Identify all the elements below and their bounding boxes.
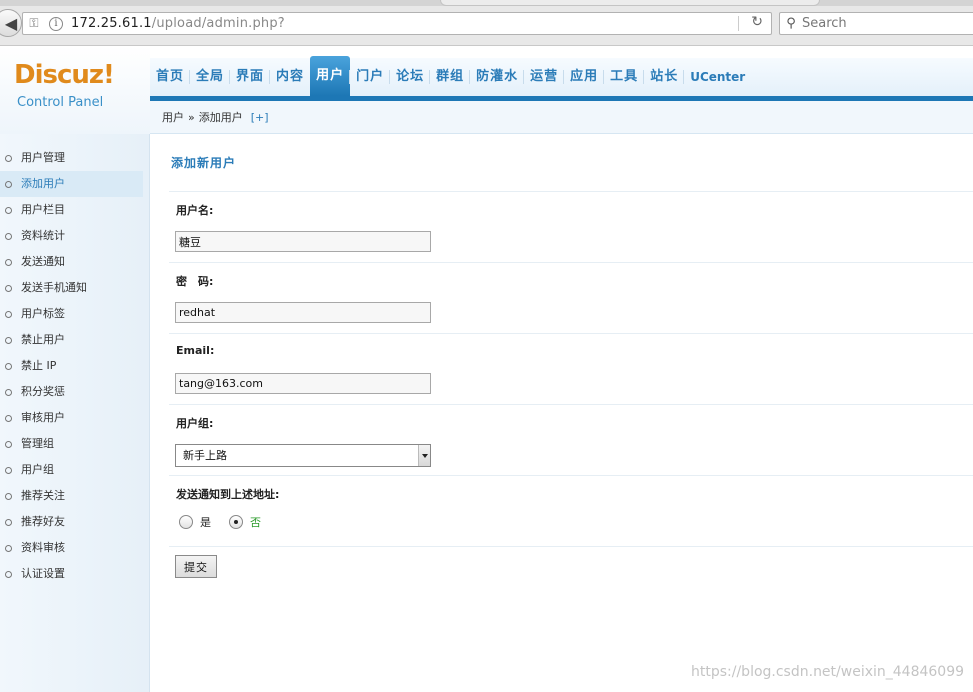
top-nav: 首页 全局 界面 内容 用户 门户 论坛 群组 防灌水 运营 应用 工具 站长 UCenter [150,56,973,96]
sidebar-item[interactable]: 推荐关注 [0,483,143,509]
nav-tab[interactable]: 内容 [269,64,310,90]
search-input[interactable] [802,16,962,31]
page-title: 添加新用户 [171,156,237,170]
sidebar-item[interactable]: 用户组 [0,457,143,483]
notify-yes-radio[interactable] [179,515,193,529]
usergroup-selected-value: 新手上路 [183,449,227,462]
tab-strip [0,0,973,6]
back-button[interactable]: ◀ [0,9,22,37]
notify-radio-group: 是 否 [179,514,279,530]
sidebar-item[interactable]: 添加用户 [0,171,143,197]
search-icon: ⚲ [786,16,796,31]
sidebar-item[interactable]: 积分奖惩 [0,379,143,405]
breadcrumb: 用户 » 添加用户 [+] [150,101,973,134]
url-host: 172.25.61.1 [71,16,152,31]
sidebar-item[interactable]: 发送通知 [0,249,143,275]
sidebar-item[interactable]: 认证设置 [0,561,143,587]
sidebar-item[interactable]: 禁止用户 [0,327,143,353]
sidebar: 用户管理 添加用户 用户栏目 资料统计 发送通知 发送手机通知 用户标签 禁止用户 禁止 IP 积… [0,134,150,692]
address-bar[interactable]: ⚿ i 172.25.61.1/upload/admin.php? ↻ [22,12,772,35]
usergroup-label: 用户组: [176,417,214,430]
sidebar-item[interactable]: 推荐好友 [0,509,143,535]
submit-button[interactable]: 提交 [175,555,217,578]
sidebar-item[interactable]: 用户标签 [0,301,143,327]
nav-tab[interactable]: 全局 [189,64,230,90]
nav-tab[interactable]: 站长 [643,64,684,90]
nav-tab[interactable]: 门户 [349,64,390,90]
admin-header: Discuz! Control Panel 首页 全局 界面 内容 用户 门户 论坛 群组 防灌… [0,46,973,134]
key-icon: ⚿ [29,16,39,30]
password-label: 密 码: [176,275,214,288]
reload-icon[interactable]: ↻ [751,14,763,30]
usergroup-select[interactable]: 新手上路 [175,444,431,467]
divider [169,191,973,192]
breadcrumb-page: 添加用户 [198,111,243,124]
sidebar-item[interactable]: 用户栏目 [0,197,143,223]
email-label: Email: [176,344,215,357]
username-label: 用户名: [176,204,214,217]
divider [169,475,973,476]
email-field[interactable] [175,373,431,394]
nav-tab[interactable]: UCenter [683,64,751,90]
browser-toolbar: ◀ ⚿ i 172.25.61.1/upload/admin.php? ↻ ⚲ [0,0,973,46]
divider [169,546,973,547]
info-icon[interactable]: i [49,16,63,31]
add-shortcut-button[interactable]: [+] [251,111,269,124]
password-field[interactable] [175,302,431,323]
nav-tab[interactable]: 防灌水 [469,64,524,90]
nav-tab[interactable]: 工具 [603,64,644,90]
sidebar-item[interactable]: 发送手机通知 [0,275,143,301]
notify-no-label[interactable]: 否 [250,514,261,530]
notify-no-radio[interactable] [229,515,243,529]
sidebar-item[interactable]: 资料统计 [0,223,143,249]
sidebar-item[interactable]: 管理组 [0,431,143,457]
divider [169,262,973,263]
nav-tab[interactable]: 首页 [150,64,190,90]
username-field[interactable] [175,231,431,252]
logo-subtitle: Control Panel [17,95,104,110]
nav-tab[interactable]: 用户 [310,56,351,96]
logo-area: Discuz! Control Panel [0,46,150,134]
nav-tab[interactable]: 群组 [429,64,470,90]
breadcrumb-section: 用户 [162,111,184,124]
divider [169,333,973,334]
url-text[interactable]: 172.25.61.1/upload/admin.php? [71,16,285,31]
url-path: /upload/admin.php? [151,16,285,31]
sidebar-item[interactable]: 用户管理 [0,145,143,171]
nav-tab[interactable]: 应用 [563,64,604,90]
notify-label: 发送通知到上述地址: [176,488,280,501]
main-content: 添加新用户 用户名: 密 码: Email: 用户组: 新手上路 发送通知到上述… [151,134,973,692]
chevron-down-icon[interactable] [418,445,430,466]
discuz-logo[interactable]: Discuz! [14,60,115,90]
sidebar-item[interactable]: 审核用户 [0,405,143,431]
search-box[interactable]: ⚲ [779,12,973,35]
divider [169,404,973,405]
sidebar-item[interactable]: 资料审核 [0,535,143,561]
breadcrumb-separator: » [188,110,195,124]
sidebar-item[interactable]: 禁止 IP [0,353,143,379]
active-tab-edge[interactable] [440,0,820,6]
nav-tab[interactable]: 界面 [229,64,270,90]
notify-yes-label[interactable]: 是 [200,514,211,530]
back-arrow-icon: ◀ [4,13,18,33]
nav-tab[interactable]: 论坛 [389,64,430,90]
nav-tab[interactable]: 运营 [523,64,564,90]
url-separator [738,16,739,31]
watermark: https://blog.csdn.net/weixin_44846099 [691,664,965,680]
